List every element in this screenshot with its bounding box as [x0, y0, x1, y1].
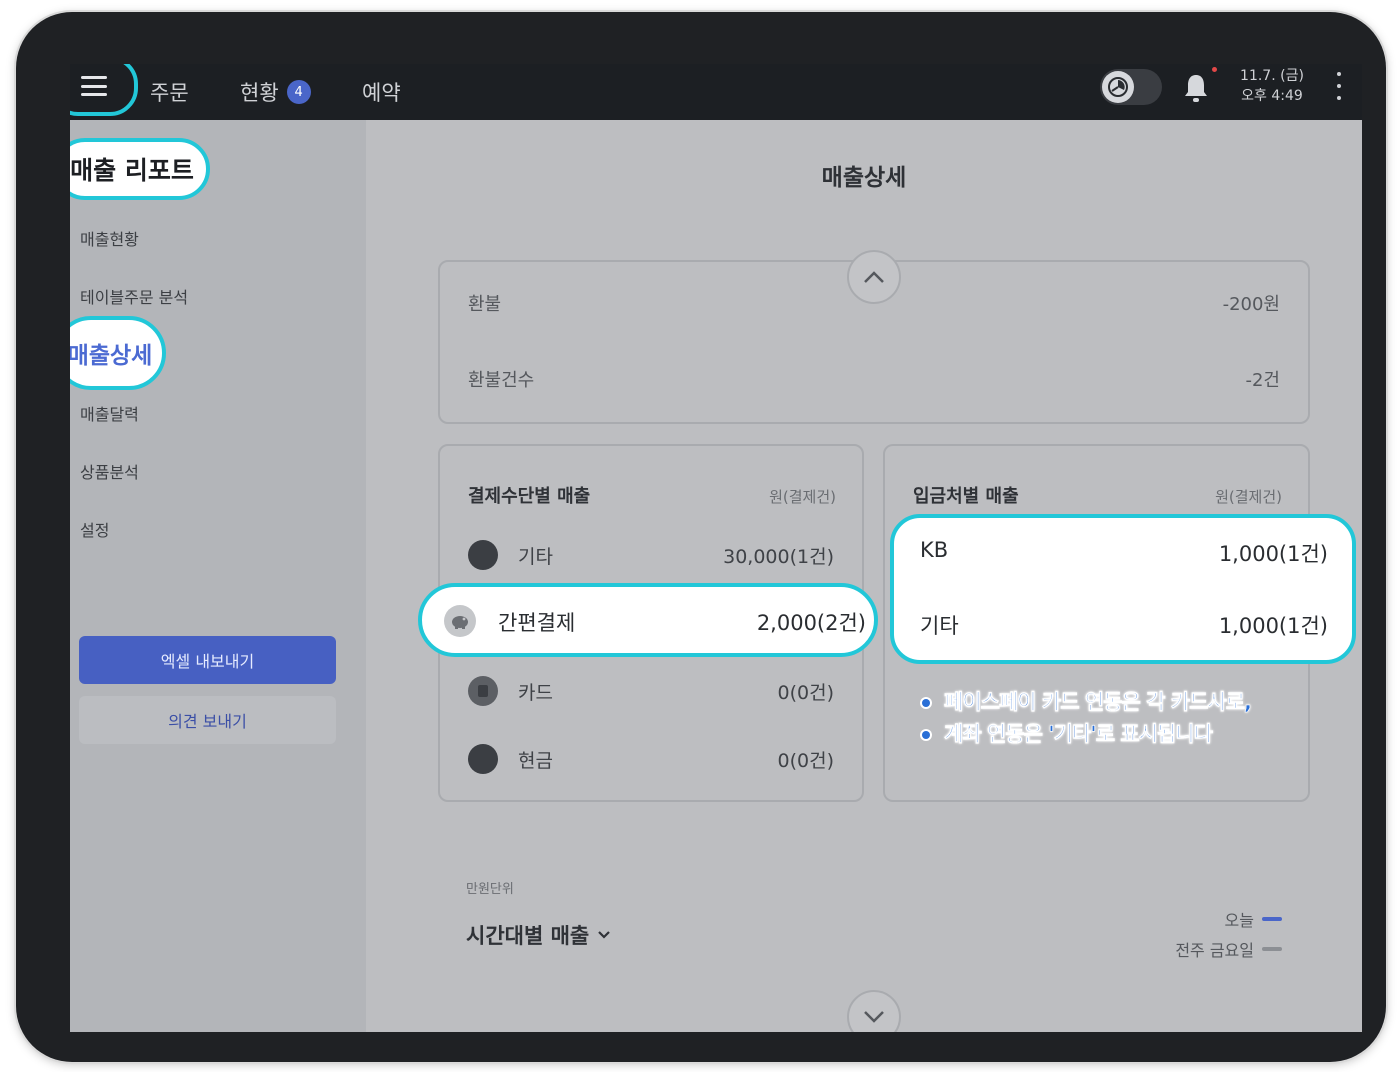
sidebar-item-sales-calendar[interactable]: 매출달력 [80, 401, 139, 425]
hourly-sales-dropdown[interactable]: 시간대별 매출 [466, 920, 611, 950]
clock-icon [1102, 71, 1134, 103]
other-payment-icon [468, 540, 498, 570]
payment-method-title: 결제수단별 매출 [468, 486, 591, 507]
refund-label: 환불 [468, 294, 502, 315]
legend-swatch [1262, 917, 1282, 921]
legend-swatch [1262, 947, 1282, 951]
bullet-dot [922, 731, 930, 739]
time-text: 오후 4:49 [1241, 88, 1303, 104]
card-payment-icon [468, 676, 498, 706]
easy-pay-label: 간편결제 [498, 611, 576, 635]
chevron-down-icon [598, 931, 611, 939]
nav-status[interactable]: 현황 4 [240, 64, 311, 120]
easy-pay-value: 2,000(2건) [756, 611, 866, 635]
more-vertical-icon[interactable] [1334, 72, 1344, 100]
datetime: 11.7. (금) 오후 4:49 [1236, 64, 1308, 108]
nav-status-label: 현황 [240, 81, 279, 105]
legend-last-week: 전주 금요일 [1175, 937, 1282, 961]
hourly-sales-title: 시간대별 매출 [466, 924, 590, 948]
status-badge: 4 [286, 80, 311, 104]
sidebar-item-table-order-analysis[interactable]: 테이블주문 분석 [80, 284, 188, 308]
payment-row-label: 현금 [518, 750, 553, 772]
payment-row-label: 기타 [518, 546, 553, 568]
sidebar-item-sales-status[interactable]: 매출현황 [80, 226, 139, 250]
annotation-text: 페이스페이 카드 연동은 각 카드사로, [944, 690, 1253, 715]
date-text: 11.7. (금) [1240, 68, 1304, 84]
app-screen: 주문 현황 4 예약 11.7. (금) 오후 4:49 매출현황 테이블주문 … [70, 64, 1362, 1032]
nav-reserve[interactable]: 예약 [362, 64, 401, 120]
cash-payment-icon [468, 744, 498, 774]
sidebar-item-product-analysis[interactable]: 상품분석 [80, 459, 139, 483]
page-title: 매출상세 [821, 165, 907, 191]
menu-button[interactable] [70, 64, 138, 116]
deposit-highlight-box: KB 1,000(1건) 기타 1,000(1건) [890, 514, 1356, 664]
deposit-row-label: 기타 [920, 614, 959, 638]
bullet-dot [922, 699, 930, 707]
scroll-up-button[interactable] [847, 250, 901, 304]
annotation-text: 계좌 연동은 '기타'로 표시됩니다 [944, 722, 1214, 747]
mode-toggle[interactable] [1100, 69, 1162, 105]
chevron-up-icon [864, 271, 884, 283]
payment-row-label: 카드 [518, 682, 553, 704]
legend-label: 오늘 [1224, 911, 1254, 930]
deposit-row-value: 1,000(1건) [1218, 542, 1328, 566]
easy-pay-icon [444, 605, 476, 637]
nav-order-label: 주문 [150, 81, 189, 105]
deposit-unit: 원(결제건) [1215, 488, 1282, 506]
chevron-down-icon [864, 1011, 884, 1023]
notification-dot [1212, 67, 1217, 72]
deposit-row-label: KB [920, 538, 949, 562]
sales-report-title: 매출 리포트 [70, 138, 210, 200]
nav-reserve-label: 예약 [362, 81, 401, 105]
annotation-note: 페이스페이 카드 연동은 각 카드사로, [922, 686, 1253, 716]
nav-order[interactable]: 주문 [150, 64, 189, 120]
feedback-button[interactable]: 의견 보내기 [79, 696, 336, 744]
tablet-frame: 주문 현황 4 예약 11.7. (금) 오후 4:49 매출현황 테이블주문 … [16, 12, 1386, 1062]
annotation-note: 계좌 연동은 '기타'로 표시됩니다 [922, 718, 1214, 748]
top-bar: 주문 현황 4 예약 11.7. (금) 오후 4:49 [70, 64, 1362, 120]
deposit-row-value: 1,000(1건) [1218, 614, 1328, 638]
menu-icon [81, 76, 107, 96]
sidebar-item-sales-detail[interactable]: 매출상세 [70, 316, 166, 390]
refund-count-label: 환불건수 [468, 370, 535, 391]
excel-export-button[interactable]: 엑셀 내보내기 [79, 636, 336, 684]
scroll-down-button[interactable] [847, 990, 901, 1032]
payment-row-value: 0(0건) [777, 682, 834, 704]
payment-row-value: 0(0건) [777, 750, 834, 772]
payment-method-unit: 원(결제건) [769, 488, 836, 506]
sidebar-item-settings[interactable]: 설정 [80, 517, 109, 541]
legend-today: 오늘 [1225, 907, 1282, 931]
hourly-unit: 만원단위 [466, 882, 514, 897]
sidebar: 매출현황 테이블주문 분석 매출달력 상품분석 설정 엑셀 내보내기 의견 보내… [70, 120, 366, 1032]
easy-pay-highlight-row: 간편결제 2,000(2건) [418, 583, 878, 657]
payment-row-value: 30,000(1건) [723, 546, 834, 568]
legend-label: 전주 금요일 [1175, 941, 1254, 960]
deposit-title: 입금처별 매출 [913, 486, 1019, 507]
refund-value: -200원 [1222, 294, 1280, 315]
bell-icon[interactable] [1182, 72, 1210, 104]
refund-count-value: -2건 [1245, 370, 1280, 391]
